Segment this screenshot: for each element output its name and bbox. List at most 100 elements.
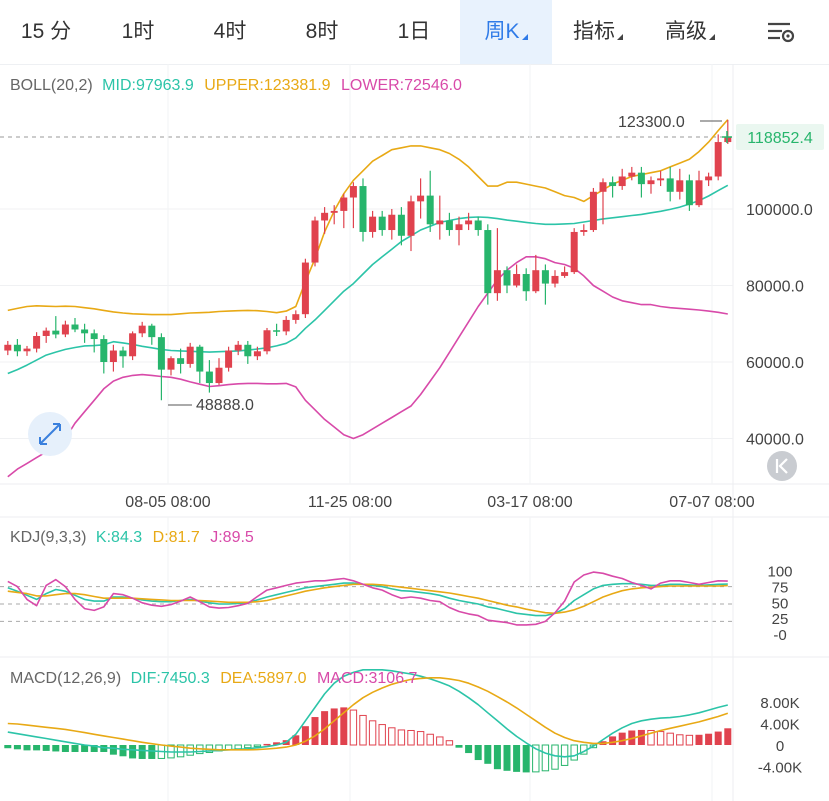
candles xyxy=(4,119,732,401)
candle-body xyxy=(465,220,473,225)
macd-bar xyxy=(119,745,127,757)
candle-body xyxy=(23,348,31,352)
macd-bar xyxy=(253,744,262,748)
macd-bar xyxy=(349,709,358,746)
scroll-to-latest-button[interactable] xyxy=(767,451,797,481)
macd-bar xyxy=(551,744,559,770)
macd-bar xyxy=(455,745,463,748)
candle-body xyxy=(13,344,21,352)
high-marker-label: 123300.0 xyxy=(618,114,685,131)
candle-body xyxy=(676,180,684,192)
candle-body xyxy=(42,330,50,336)
candle-body xyxy=(685,180,693,206)
candle-body xyxy=(90,333,98,340)
macd-bar xyxy=(609,736,617,745)
candle-body xyxy=(503,270,511,286)
candle-body xyxy=(493,270,501,294)
candle-body xyxy=(71,324,79,330)
candle-body xyxy=(570,231,578,273)
boll-lower-line xyxy=(7,255,728,478)
price-tick-label: 40000.0 xyxy=(746,432,804,449)
candle-body xyxy=(417,195,425,202)
candle-body xyxy=(705,176,713,181)
boll-lines xyxy=(7,119,729,478)
kdj-tick-label: 25 xyxy=(772,611,789,628)
candle-body xyxy=(225,350,233,368)
macd-bar xyxy=(474,745,482,761)
candle-body xyxy=(119,350,127,357)
candle-body xyxy=(397,214,405,236)
candle-body xyxy=(52,330,60,335)
kdj-j-value: J:89.5 xyxy=(210,529,254,546)
macd-bar xyxy=(656,731,665,746)
candle-body xyxy=(4,344,12,351)
low-marker-label: 48888.0 xyxy=(196,397,254,414)
boll-lower-value: LOWER:72546.0 xyxy=(341,77,462,94)
macd-hist-value: MACD:3106.7 xyxy=(317,670,418,687)
candle-body xyxy=(541,270,549,284)
macd-bar xyxy=(263,743,271,746)
kdj-lines xyxy=(7,571,728,626)
macd-legend: MACD(12,26,9) DIF:7450.3 DEA:5897.0 MACD… xyxy=(10,670,418,687)
price-tick-label: 60000.0 xyxy=(746,355,804,372)
kdj-d-value: D:81.7 xyxy=(153,529,200,546)
price-tick-label: 80000.0 xyxy=(746,279,804,296)
chart-grid xyxy=(0,64,829,801)
candle-body xyxy=(321,212,329,221)
macd-bar xyxy=(513,745,521,772)
macd-bar xyxy=(484,745,492,764)
macd-bar xyxy=(637,729,645,745)
candle-body xyxy=(340,197,348,211)
price-chart[interactable]: 100000.0 80000.0 60000.0 40000.0 08-05 08:00… xyxy=(0,0,829,801)
candle-body xyxy=(589,191,597,231)
boll-upper-value: UPPER:123381.9 xyxy=(204,77,330,94)
candle-body xyxy=(695,180,703,206)
macd-bar xyxy=(109,745,117,755)
candle-body xyxy=(273,330,281,332)
candle-body xyxy=(138,325,146,334)
macd-bar xyxy=(541,744,550,772)
candle-body xyxy=(253,351,261,357)
boll-legend-label: BOLL(20,2) xyxy=(10,77,93,94)
macd-bar xyxy=(368,720,377,746)
macd-bar xyxy=(4,745,12,749)
kdj-legend: KDJ(9,3,3) K:84.3 D:81.7 J:89.5 xyxy=(10,529,254,546)
candle-body xyxy=(215,367,223,384)
macd-bar xyxy=(426,733,434,746)
candle-body xyxy=(301,262,309,315)
macd-bar xyxy=(148,745,156,759)
price-tick-label: 100000.0 xyxy=(746,202,813,219)
macd-tick-label: 4.00K xyxy=(760,717,799,734)
macd-bar xyxy=(234,744,242,750)
candle-body xyxy=(436,220,444,225)
macd-bar xyxy=(465,745,473,754)
candle-body xyxy=(609,182,617,187)
candle-body xyxy=(388,214,396,231)
macd-bar xyxy=(445,740,454,746)
candle-body xyxy=(311,220,319,263)
macd-bar xyxy=(378,724,386,746)
current-price-label: 118852.4 xyxy=(747,130,813,147)
candle-body xyxy=(234,344,242,351)
candle-body xyxy=(61,324,69,335)
candle-body xyxy=(244,344,252,357)
candle-body xyxy=(81,329,89,334)
macd-bar xyxy=(685,734,694,746)
candle-body xyxy=(378,216,386,231)
candle-body xyxy=(330,210,338,213)
candle-body xyxy=(637,172,645,185)
fullscreen-button[interactable] xyxy=(28,412,72,456)
macd-bar xyxy=(618,732,626,745)
macd-bar xyxy=(503,745,511,771)
time-tick-label: 11-25 08:00 xyxy=(308,494,392,511)
macd-bar xyxy=(714,731,722,745)
candle-body xyxy=(148,325,156,338)
macd-bar xyxy=(33,745,41,751)
boll-mid-value: MID:97963.9 xyxy=(102,77,194,94)
candle-body xyxy=(513,274,521,286)
candle-body xyxy=(129,333,137,357)
time-tick-label: 08-05 08:00 xyxy=(125,494,211,511)
candle-body xyxy=(714,142,722,177)
candle-body xyxy=(445,220,453,231)
macd-bar xyxy=(676,734,684,746)
